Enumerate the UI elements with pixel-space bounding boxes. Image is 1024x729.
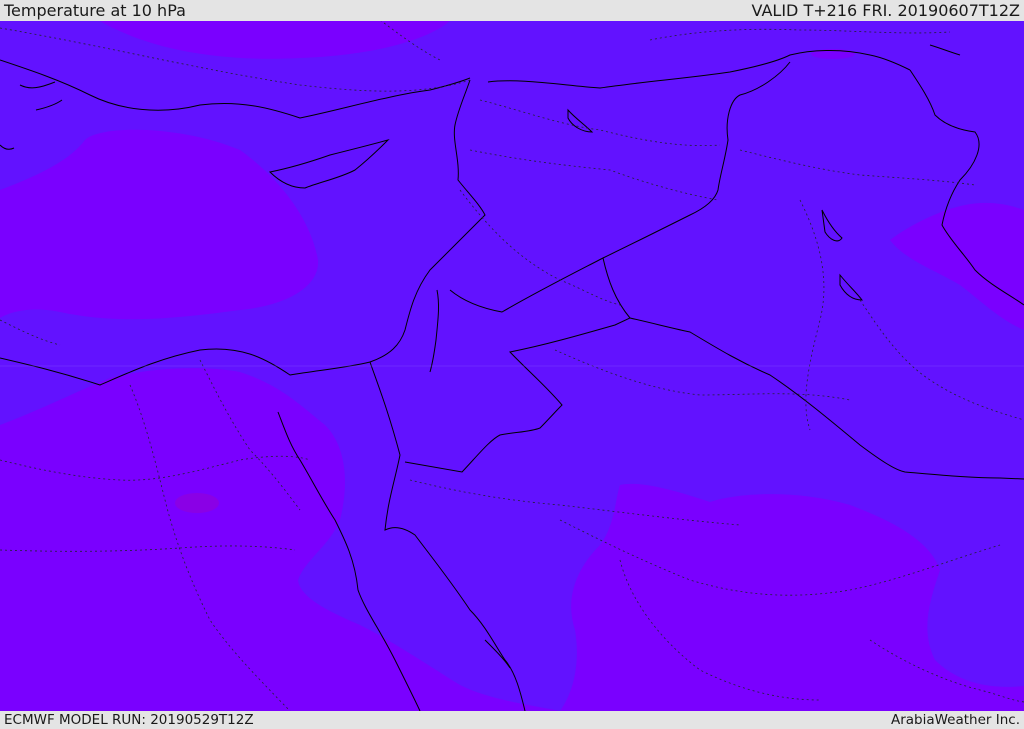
header-bar: Temperature at 10 hPa VALID T+216 FRI. 2…: [0, 0, 1024, 21]
map-svg: [0, 21, 1024, 711]
map-title: Temperature at 10 hPa: [4, 1, 186, 20]
footer-bar: ECMWF MODEL RUN: 20190529T12Z ArabiaWeat…: [0, 711, 1024, 729]
credit-label: ArabiaWeather Inc.: [890, 712, 1020, 728]
contour-spot-med: [170, 179, 196, 187]
contour-coolest-spot: [175, 493, 219, 513]
valid-time-label: VALID T+216 FRI. 20190607T12Z: [751, 1, 1020, 20]
model-run-label: ECMWF MODEL RUN: 20190529T12Z: [4, 712, 254, 728]
map-area[interactable]: [0, 21, 1024, 711]
